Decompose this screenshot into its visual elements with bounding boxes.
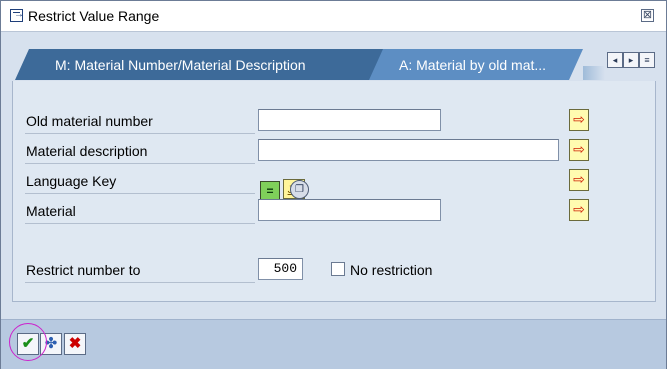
tab-label: A: Material by old mat... [399,57,547,73]
no-restriction-checkbox[interactable] [331,262,345,276]
old-material-number-multiple-selection-button[interactable]: ⇨ [569,109,589,131]
tab-list-button[interactable]: ≡ [639,52,655,68]
cancel-icon: ✖ [68,335,82,352]
restrict-number-label: Restrict number to [26,262,141,278]
row-underline [25,223,255,224]
old-material-number-label: Old material number [26,113,153,129]
tab-overflow-fade [583,66,605,80]
cancel-button[interactable]: ✖ [64,333,86,355]
highlight-circle [9,323,47,361]
equals-icon: = [266,184,274,198]
material-label: Material [26,203,76,219]
arrow-right-icon: ⇨ [573,111,585,127]
dialog-toolbar: ✔ ✤ ✖ [1,319,666,369]
material-description-input[interactable] [258,139,559,161]
language-key-label: Language Key [26,173,117,189]
material-input[interactable] [258,199,441,221]
tab-material-number-description[interactable]: M: Material Number/Material Description [15,49,397,80]
restrict-value-range-dialog: Restrict Value Range ⊠ M: Material Numbe… [0,0,667,369]
row-underline [25,193,255,194]
close-button[interactable]: ⊠ [641,9,654,22]
material-description-label: Material description [26,143,148,159]
tab-label: M: Material Number/Material Description [55,57,306,73]
language-key-multiple-selection-button[interactable]: ⇨ [569,169,589,191]
row-underline [25,133,255,134]
arrow-right-icon: ⇨ [573,141,585,157]
row-underline [25,282,255,283]
arrow-right-icon: ⇨ [573,171,585,187]
material-multiple-selection-button[interactable]: ⇨ [569,199,589,221]
material-description-multiple-selection-button[interactable]: ⇨ [569,139,589,161]
tab-prev-button[interactable]: ◂ [607,52,623,68]
old-material-number-input[interactable] [258,109,441,131]
tab-next-button[interactable]: ▸ [623,52,639,68]
restrict-number-input[interactable]: 500 [258,258,303,280]
search-help-icon[interactable]: ❐ [290,180,309,199]
title-bar: Restrict Value Range ⊠ [1,1,666,32]
dialog-title: Restrict Value Range [28,8,160,24]
row-underline [25,163,255,164]
tab-strip: M: Material Number/Material Description … [1,32,666,80]
equals-operator-button[interactable]: = [260,181,280,201]
arrow-right-icon: ⇨ [573,201,585,217]
tab-material-by-old-material[interactable]: A: Material by old mat... [369,49,583,80]
dialog-icon [10,9,24,22]
no-restriction-label: No restriction [350,262,433,278]
